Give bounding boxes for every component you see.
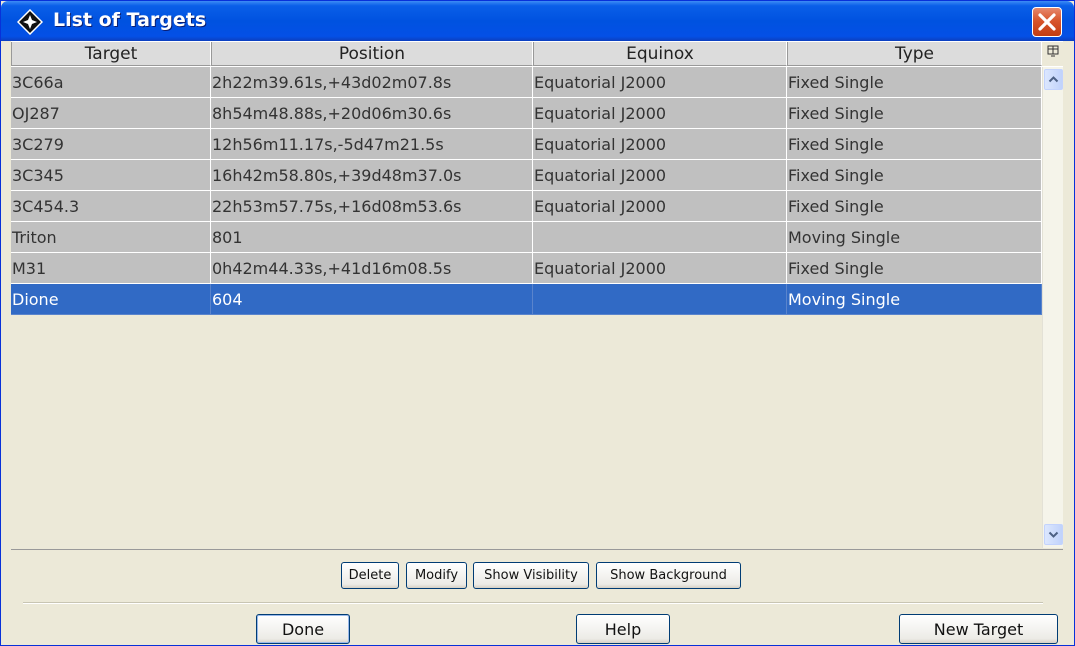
cell-position[interactable]: 2h22m39.61s,+43d02m07.8s [211,67,533,98]
new-target-button[interactable]: New Target [899,614,1058,644]
close-button[interactable] [1032,7,1062,37]
cell-position[interactable]: 604 [211,284,533,315]
chevron-down-icon [1048,531,1059,538]
cell-position[interactable]: 801 [211,222,533,253]
table-header: Target Position Equinox Type [11,41,1063,67]
cell-type[interactable]: Fixed Single [787,67,1042,98]
window-title: List of Targets [53,9,207,31]
delete-button[interactable]: Delete [341,562,399,589]
column-header-equinox[interactable]: Equinox [533,42,787,66]
cell-type[interactable]: Fixed Single [787,160,1042,191]
cell-type[interactable]: Fixed Single [787,129,1042,160]
cell-target[interactable]: 3C345 [11,160,211,191]
cell-position[interactable]: 8h54m48.88s,+20d06m30.6s [211,98,533,129]
column-header-type[interactable]: Type [787,42,1042,66]
table-row[interactable]: 3C279 12h56m11.17s,-5d47m21.5s Equatorial … [11,129,1042,160]
table-row[interactable]: Dione 604 Moving Single [11,284,1042,315]
divider [23,602,1043,604]
table-row[interactable]: OJ287 8h54m48.88s,+20d06m30.6s Equatorial … [11,98,1042,129]
cell-target[interactable]: M31 [11,253,211,284]
table-row[interactable]: 3C66a 2h22m39.61s,+43d02m07.8s Equatorial … [11,67,1042,98]
help-button[interactable]: Help [576,614,670,644]
chevron-up-icon [1048,76,1059,83]
column-header-position[interactable]: Position [211,42,533,66]
cell-equinox[interactable]: Equatorial J2000 [533,67,787,98]
cell-equinox[interactable]: Equatorial J2000 [533,129,787,160]
show-background-button[interactable]: Show Background [596,562,741,589]
cell-position[interactable]: 16h42m58.80s,+39d48m37.0s [211,160,533,191]
show-visibility-button[interactable]: Show Visibility [473,562,589,589]
scroll-down-button[interactable] [1044,524,1063,545]
cell-equinox[interactable] [533,284,787,315]
cell-target[interactable]: Dione [11,284,211,315]
modify-button[interactable]: Modify [406,562,467,589]
divider [11,549,1063,550]
cell-equinox[interactable]: Equatorial J2000 [533,160,787,191]
cell-type[interactable]: Fixed Single [787,191,1042,222]
cell-equinox[interactable] [533,222,787,253]
cell-equinox[interactable]: Equatorial J2000 [533,253,787,284]
cell-target[interactable]: 3C454.3 [11,191,211,222]
column-control-icon[interactable] [1042,42,1063,66]
cell-target[interactable]: Triton [11,222,211,253]
cell-type[interactable]: Moving Single [787,222,1042,253]
cell-type[interactable]: Moving Single [787,284,1042,315]
cell-type[interactable]: Fixed Single [787,253,1042,284]
cell-position[interactable]: 12h56m11.17s,-5d47m21.5s [211,129,533,160]
column-header-target[interactable]: Target [11,42,211,66]
cell-position[interactable]: 22h53m57.75s,+16d08m53.6s [211,191,533,222]
table-row[interactable]: 3C345 16h42m58.80s,+39d48m37.0s Equatorial… [11,160,1042,191]
cell-equinox[interactable]: Equatorial J2000 [533,98,787,129]
done-button[interactable]: Done [256,614,350,644]
cell-position[interactable]: 0h42m44.33s,+41d16m08.5s [211,253,533,284]
cell-type[interactable]: Fixed Single [787,98,1042,129]
cell-equinox[interactable]: Equatorial J2000 [533,191,787,222]
table-row[interactable]: Triton 801 Moving Single [11,222,1042,253]
scroll-up-button[interactable] [1044,69,1063,90]
list-of-targets-window: List of Targets Target Position Equinox … [0,0,1075,646]
vertical-scrollbar[interactable] [1042,67,1063,548]
star-diamond-icon [16,8,44,36]
cell-target[interactable]: 3C66a [11,67,211,98]
cell-target[interactable]: 3C279 [11,129,211,160]
table-row[interactable]: 3C454.3 22h53m57.75s,+16d08m53.6s Equatori… [11,191,1042,222]
targets-table: 3C66a 2h22m39.61s,+43d02m07.8s Equatorial … [11,67,1042,548]
title-bar[interactable]: List of Targets [1,1,1074,41]
cell-target[interactable]: OJ287 [11,98,211,129]
table-row[interactable]: M31 0h42m44.33s,+41d16m08.5s Equatorial J2… [11,253,1042,284]
